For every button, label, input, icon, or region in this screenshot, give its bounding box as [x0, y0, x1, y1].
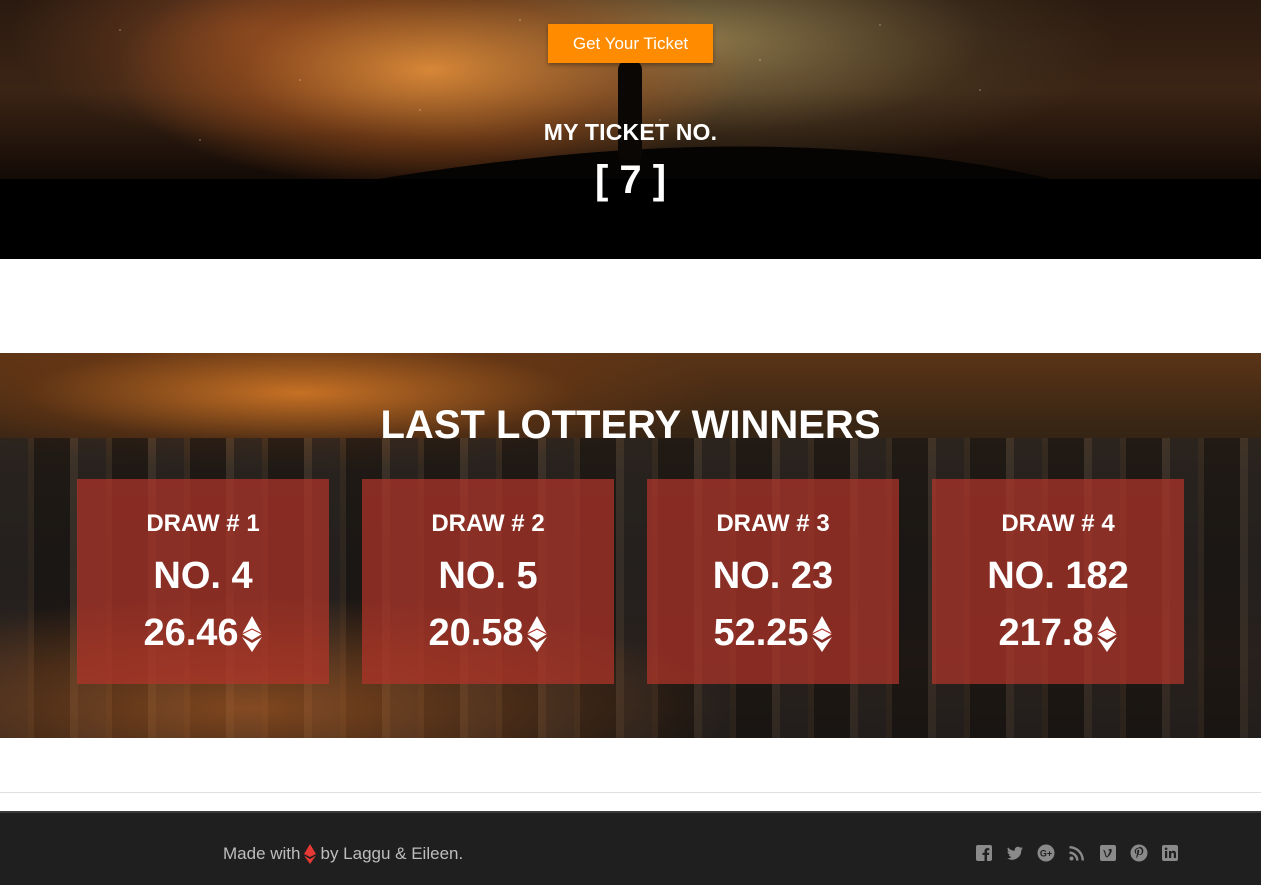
winners-title: LAST LOTTERY WINNERS	[380, 403, 881, 447]
ethereum-icon	[811, 615, 832, 652]
prize-value: 217.8	[998, 612, 1094, 654]
social-links: G+	[975, 844, 1179, 862]
winning-number: NO. 23	[712, 555, 834, 597]
credit-suffix: by Laggu & Eileen.	[320, 844, 464, 863]
winning-number: NO. 5	[438, 555, 538, 597]
ethereum-icon	[1096, 615, 1117, 652]
draw-label: DRAW # 1	[146, 510, 260, 537]
draw-label: DRAW # 4	[1001, 510, 1115, 537]
winner-card-3: DRAW # 3 NO. 23 52.25	[647, 479, 899, 684]
rss-icon[interactable]	[1068, 844, 1086, 862]
vimeo-icon[interactable]	[1099, 844, 1117, 862]
ticket-label: MY TICKET NO.	[543, 119, 718, 145]
prize-amount: 26.46	[77, 612, 329, 655]
credit-prefix: Made with	[223, 844, 301, 863]
section-divider	[0, 792, 1261, 793]
winner-card-2: DRAW # 2 NO. 5 20.58	[362, 479, 614, 684]
facebook-icon[interactable]	[975, 844, 993, 862]
prize-value: 52.25	[713, 612, 809, 654]
draw-label: DRAW # 3	[716, 510, 830, 537]
ethereum-icon	[526, 615, 547, 652]
winner-card-1: DRAW # 1 NO. 4 26.46	[77, 479, 329, 684]
winning-number: NO. 4	[153, 555, 253, 597]
draw-label: DRAW # 2	[431, 510, 545, 537]
google-plus-icon[interactable]: G+	[1037, 844, 1055, 862]
svg-text:G+: G+	[1040, 849, 1052, 859]
footer-credits: Made with by Laggu & Eileen.	[223, 844, 463, 864]
pinterest-icon[interactable]	[1130, 844, 1148, 862]
ticket-number: [ 7 ]	[594, 158, 667, 202]
prize-amount: 20.58	[362, 612, 614, 655]
footer: Made with by Laggu & Eileen. G+	[0, 811, 1261, 885]
prize-amount: 217.8	[932, 612, 1184, 655]
ethereum-icon	[241, 615, 262, 652]
winning-number: NO. 182	[987, 555, 1129, 597]
prize-amount: 52.25	[647, 612, 899, 655]
winner-card-4: DRAW # 4 NO. 182 217.8	[932, 479, 1184, 684]
get-ticket-button[interactable]: Get Your Ticket	[548, 24, 713, 63]
twitter-icon[interactable]	[1006, 844, 1024, 862]
linkedin-icon[interactable]	[1161, 844, 1179, 862]
prize-value: 20.58	[428, 612, 524, 654]
ethereum-heart-icon	[304, 844, 317, 864]
prize-value: 26.46	[143, 612, 239, 654]
